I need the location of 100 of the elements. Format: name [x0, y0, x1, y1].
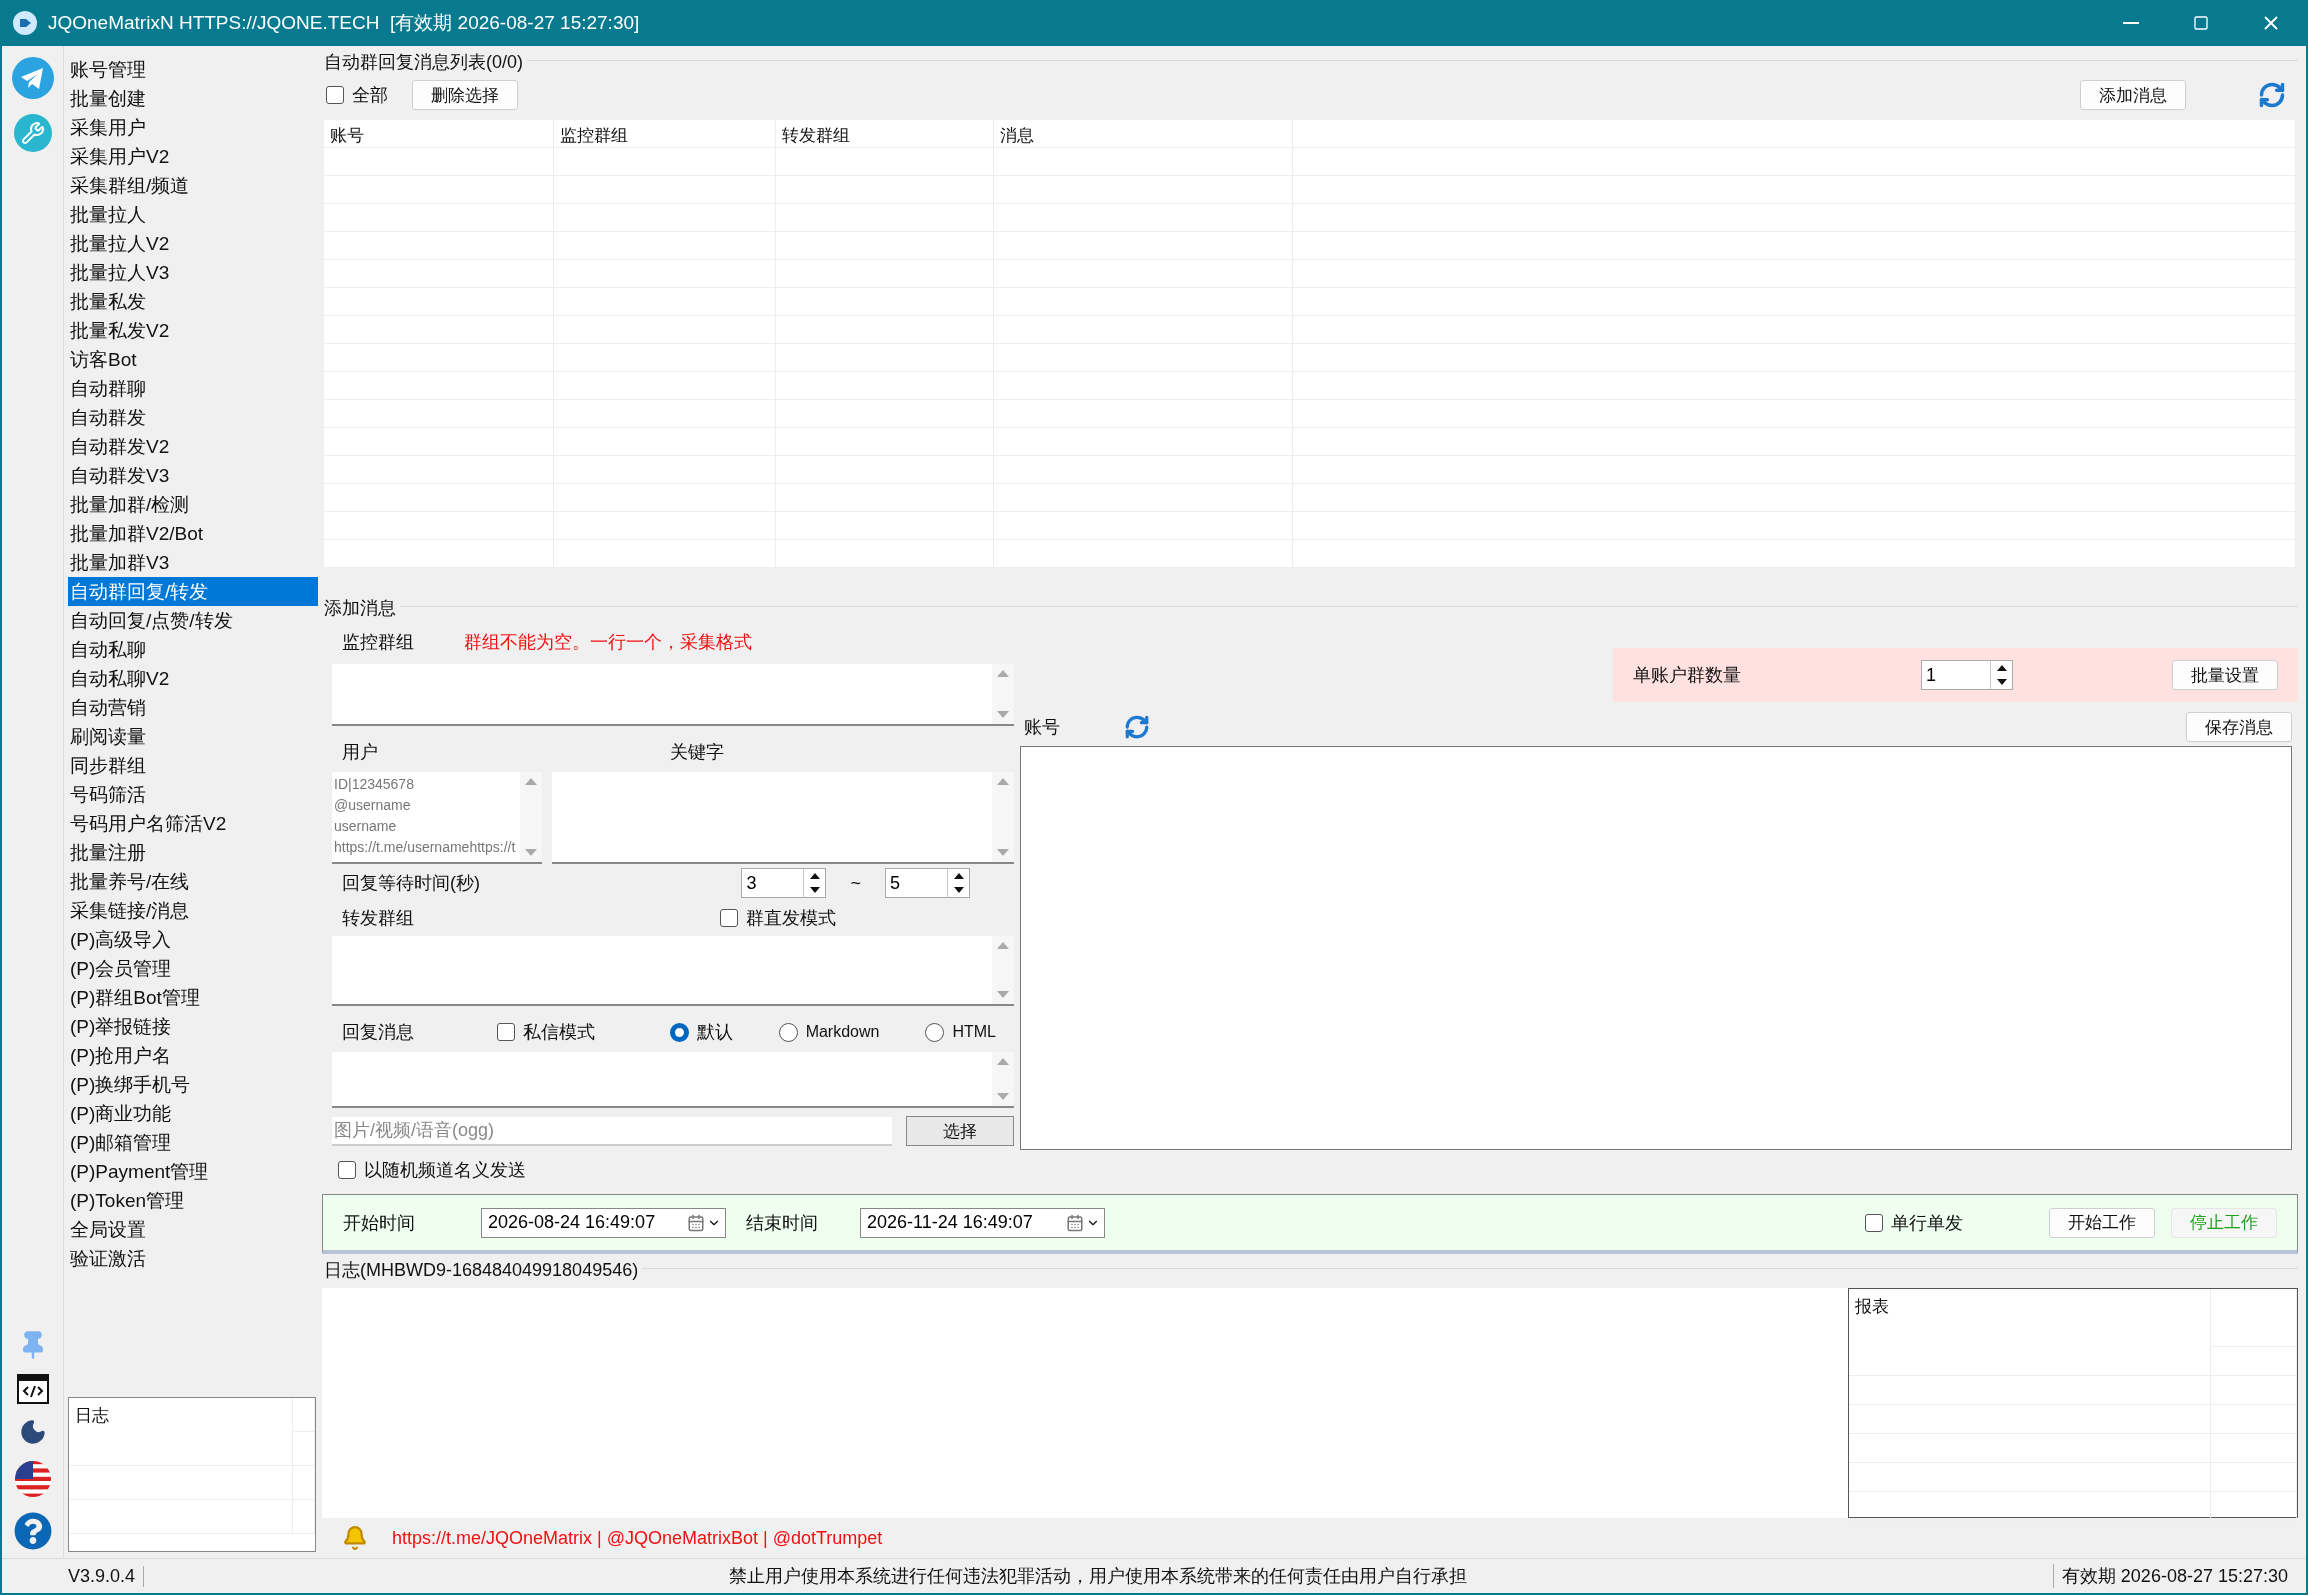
field-label: 结束时间: [746, 1211, 818, 1235]
paper-plane-icon[interactable]: [10, 56, 55, 100]
menu-item[interactable]: 号码筛活: [68, 780, 318, 809]
users-field[interactable]: ID|12345678 @username username https://t.me/usernamehttps://t: [332, 772, 542, 864]
menu-item[interactable]: 批量创建: [68, 84, 318, 113]
menu-item[interactable]: 采集链接/消息: [68, 896, 318, 925]
refresh-icon[interactable]: [2258, 81, 2286, 109]
flag-icon[interactable]: [13, 1460, 52, 1498]
menu-item[interactable]: 批量加群/检测: [68, 490, 318, 519]
column-header: 账号: [324, 120, 554, 148]
menu-item[interactable]: 访客Bot: [68, 345, 318, 374]
menu-item[interactable]: 自动群聊: [68, 374, 318, 403]
menu-item[interactable]: 自动群回复/转发: [68, 577, 318, 606]
menu-item[interactable]: 批量注册: [68, 838, 318, 867]
refresh-icon[interactable]: [1124, 714, 1150, 740]
checkbox[interactable]: 全部: [326, 83, 388, 107]
menu-item[interactable]: (P)会员管理: [68, 954, 318, 983]
checkbox[interactable]: 以随机频道名义发送: [338, 1158, 1014, 1182]
menu-item[interactable]: 刷阅读量: [68, 722, 318, 751]
hint-text: 群组不能为空。一行一个，采集格式: [464, 631, 752, 654]
menu-item[interactable]: 批量加群V2/Bot: [68, 519, 318, 548]
menu-item[interactable]: (P)高级导入: [68, 925, 318, 954]
number-input[interactable]: 1: [1922, 664, 1990, 686]
table-cell: [293, 1500, 315, 1534]
menu-item[interactable]: 采集用户V2: [68, 142, 318, 171]
group-title: 添加消息: [322, 596, 400, 620]
table-cell: [293, 1466, 315, 1500]
menu-item[interactable]: 号码用户名筛活V2: [68, 809, 318, 838]
start-button[interactable]: 开始工作: [2049, 1207, 2155, 1238]
menu-item[interactable]: 批量私发V2: [68, 316, 318, 345]
spin-box[interactable]: 3: [741, 868, 827, 898]
date-time-field[interactable]: 2026-08-24 16:49:07: [481, 1207, 726, 1238]
menu-item[interactable]: 自动群发: [68, 403, 318, 432]
field-label: 开始时间: [343, 1211, 416, 1235]
delete-button[interactable]: 删除选择: [412, 80, 518, 110]
menu-item[interactable]: (P)Payment管理: [68, 1157, 318, 1186]
calendar-icon[interactable]: [687, 1213, 705, 1232]
menu-item[interactable]: (P)商业功能: [68, 1099, 318, 1128]
menu-item[interactable]: 自动群发V3: [68, 461, 318, 490]
menu-item[interactable]: (P)举报链接: [68, 1012, 318, 1041]
spin-box[interactable]: 5: [885, 868, 970, 898]
menu-item[interactable]: (P)换绑手机号: [68, 1070, 318, 1099]
number-input[interactable]: 5: [886, 872, 947, 894]
number-input[interactable]: 3: [742, 872, 804, 894]
menu-item[interactable]: 自动私聊V2: [68, 664, 318, 693]
checkbox[interactable]: 私信模式: [497, 1020, 595, 1044]
menu-item[interactable]: 自动营销: [68, 693, 318, 722]
monitor-groups-field[interactable]: [332, 664, 1014, 726]
expiry-text: 有效期 2026-08-27 15:27:30: [2052, 1564, 2296, 1588]
menu-item[interactable]: 批量拉人V2: [68, 229, 318, 258]
contact-links[interactable]: https://t.me/JQOneMatrix | @JQOneMatrixBot | @dotTrumpet: [392, 1527, 883, 1549]
menu-item[interactable]: 同步群组: [68, 751, 318, 780]
calendar-icon[interactable]: [1066, 1213, 1084, 1232]
media-path-field[interactable]: 图片/视频/语音(ogg): [332, 1116, 892, 1146]
field-label: 用户: [342, 741, 379, 764]
tools-icon[interactable]: [13, 114, 52, 152]
menu-item[interactable]: 批量养号/在线: [68, 867, 318, 896]
spin-box[interactable]: 1: [1921, 660, 2013, 690]
maximize-icon: [2193, 15, 2209, 31]
menu-item[interactable]: 全局设置: [68, 1215, 318, 1244]
menu-item[interactable]: 批量加群V3: [68, 548, 318, 577]
help-icon[interactable]: [13, 1512, 52, 1550]
column-header: 转发群组: [776, 120, 994, 148]
menu-item[interactable]: 批量拉人V3: [68, 258, 318, 287]
forward-groups-field[interactable]: [332, 936, 1014, 1006]
menu-item[interactable]: 批量私发: [68, 287, 318, 316]
menu-item[interactable]: (P)群组Bot管理: [68, 983, 318, 1012]
choose-button[interactable]: 选择: [906, 1116, 1014, 1146]
menu-item[interactable]: 账号管理: [68, 55, 318, 84]
notice-text: 禁止用户使用本系统进行任何违法犯罪活动，用户使用本系统带来的任何责任由用户自行承担: [728, 1565, 1469, 1588]
date-input[interactable]: 2026-11-24 16:49:07: [865, 1211, 1064, 1234]
moon-icon[interactable]: [18, 1418, 47, 1446]
field-label: 单账户群数量: [1633, 664, 1742, 687]
keywords-field[interactable]: [552, 772, 1014, 864]
menu-item[interactable]: 批量拉人: [68, 200, 318, 229]
code-window-icon[interactable]: [16, 1374, 49, 1404]
app-logo-icon: [12, 10, 38, 36]
add-message-button[interactable]: 添加消息: [2080, 80, 2186, 110]
checkbox[interactable]: 单行单发: [1865, 1210, 1963, 1235]
radio-button[interactable]: 默认: [669, 1020, 733, 1044]
menu-item[interactable]: 自动群发V2: [68, 432, 318, 461]
date-time-field[interactable]: 2026-11-24 16:49:07: [860, 1207, 1105, 1238]
menu-item[interactable]: 自动私聊: [68, 635, 318, 664]
menu-item[interactable]: 采集群组/频道: [68, 171, 318, 200]
menu-item[interactable]: 验证激活: [68, 1244, 318, 1273]
checkbox[interactable]: 群直发模式: [720, 906, 836, 930]
field-label: 监控群组: [342, 631, 414, 654]
menu-item[interactable]: (P)抢用户名: [68, 1041, 318, 1070]
bell-icon: [342, 1525, 368, 1551]
radio-button[interactable]: HTML: [925, 1022, 996, 1042]
reply-message-field[interactable]: [332, 1052, 1014, 1108]
batch-settings-button[interactable]: 批量设置: [2172, 660, 2278, 690]
menu-item[interactable]: (P)邮箱管理: [68, 1128, 318, 1157]
menu-item[interactable]: (P)Token管理: [68, 1186, 318, 1215]
table-cell: [293, 1432, 315, 1466]
save-message-button[interactable]: 保存消息: [2186, 712, 2292, 742]
menu-item[interactable]: 采集用户: [68, 113, 318, 142]
menu-item[interactable]: 自动回复/点赞/转发: [68, 606, 318, 635]
date-input[interactable]: 2026-08-24 16:49:07: [486, 1211, 685, 1234]
radio-button[interactable]: Markdown: [778, 1022, 880, 1042]
